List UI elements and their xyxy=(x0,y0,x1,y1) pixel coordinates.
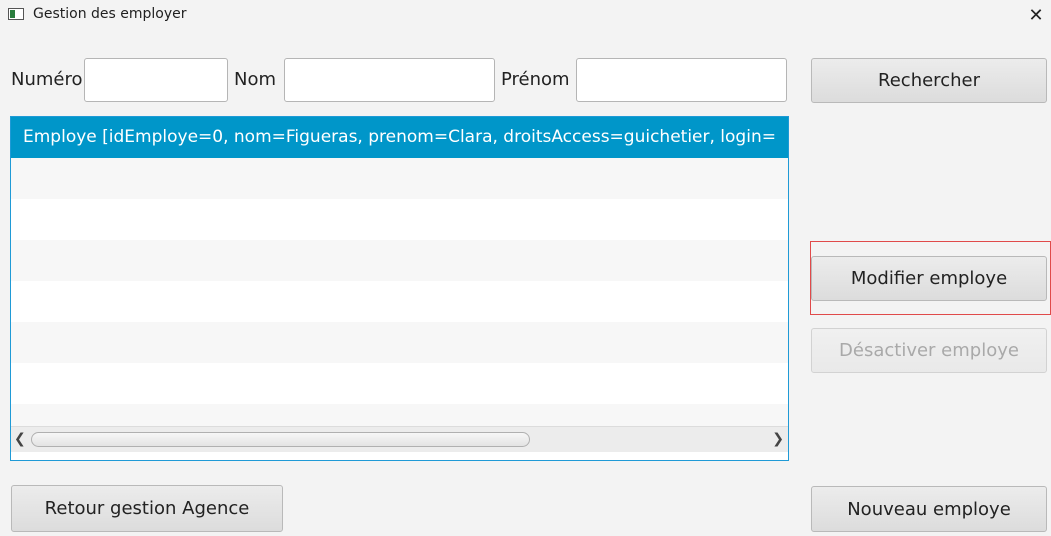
nom-label: Nom xyxy=(234,69,277,90)
search-button[interactable]: Rechercher xyxy=(811,58,1047,103)
back-to-agency-button[interactable]: Retour gestion Agence xyxy=(11,485,283,532)
window-title: Gestion des employer xyxy=(33,6,187,22)
scrollbar-thumb[interactable] xyxy=(31,432,530,447)
list-item[interactable] xyxy=(11,199,788,240)
list-item[interactable] xyxy=(11,158,788,199)
list-item[interactable] xyxy=(11,404,788,426)
close-icon[interactable]: ✕ xyxy=(1021,0,1051,30)
scroll-left-icon[interactable]: ❮ xyxy=(14,431,26,447)
modify-employee-button[interactable]: Modifier employe xyxy=(811,256,1047,301)
list-item[interactable] xyxy=(11,363,788,404)
list-item[interactable]: Employe [idEmploye=0, nom=Figueras, pren… xyxy=(11,117,788,158)
scroll-right-icon[interactable]: ❯ xyxy=(772,431,784,447)
prenom-label: Prénom xyxy=(501,69,570,90)
horizontal-scrollbar[interactable]: ❮ ❯ xyxy=(11,426,788,452)
nom-input[interactable] xyxy=(284,58,495,102)
numero-input[interactable] xyxy=(84,58,228,102)
app-icon xyxy=(8,8,24,20)
deactivate-employee-button[interactable]: Désactiver employe xyxy=(811,328,1047,373)
employee-list[interactable]: Employe [idEmploye=0, nom=Figueras, pren… xyxy=(10,116,789,461)
list-item[interactable] xyxy=(11,322,788,363)
numero-label: Numéro xyxy=(11,69,83,90)
list-item[interactable] xyxy=(11,281,788,322)
prenom-input[interactable] xyxy=(576,58,787,102)
list-item[interactable] xyxy=(11,240,788,281)
new-employee-button[interactable]: Nouveau employe xyxy=(811,486,1047,532)
title-bar: Gestion des employer ✕ xyxy=(0,0,1051,30)
